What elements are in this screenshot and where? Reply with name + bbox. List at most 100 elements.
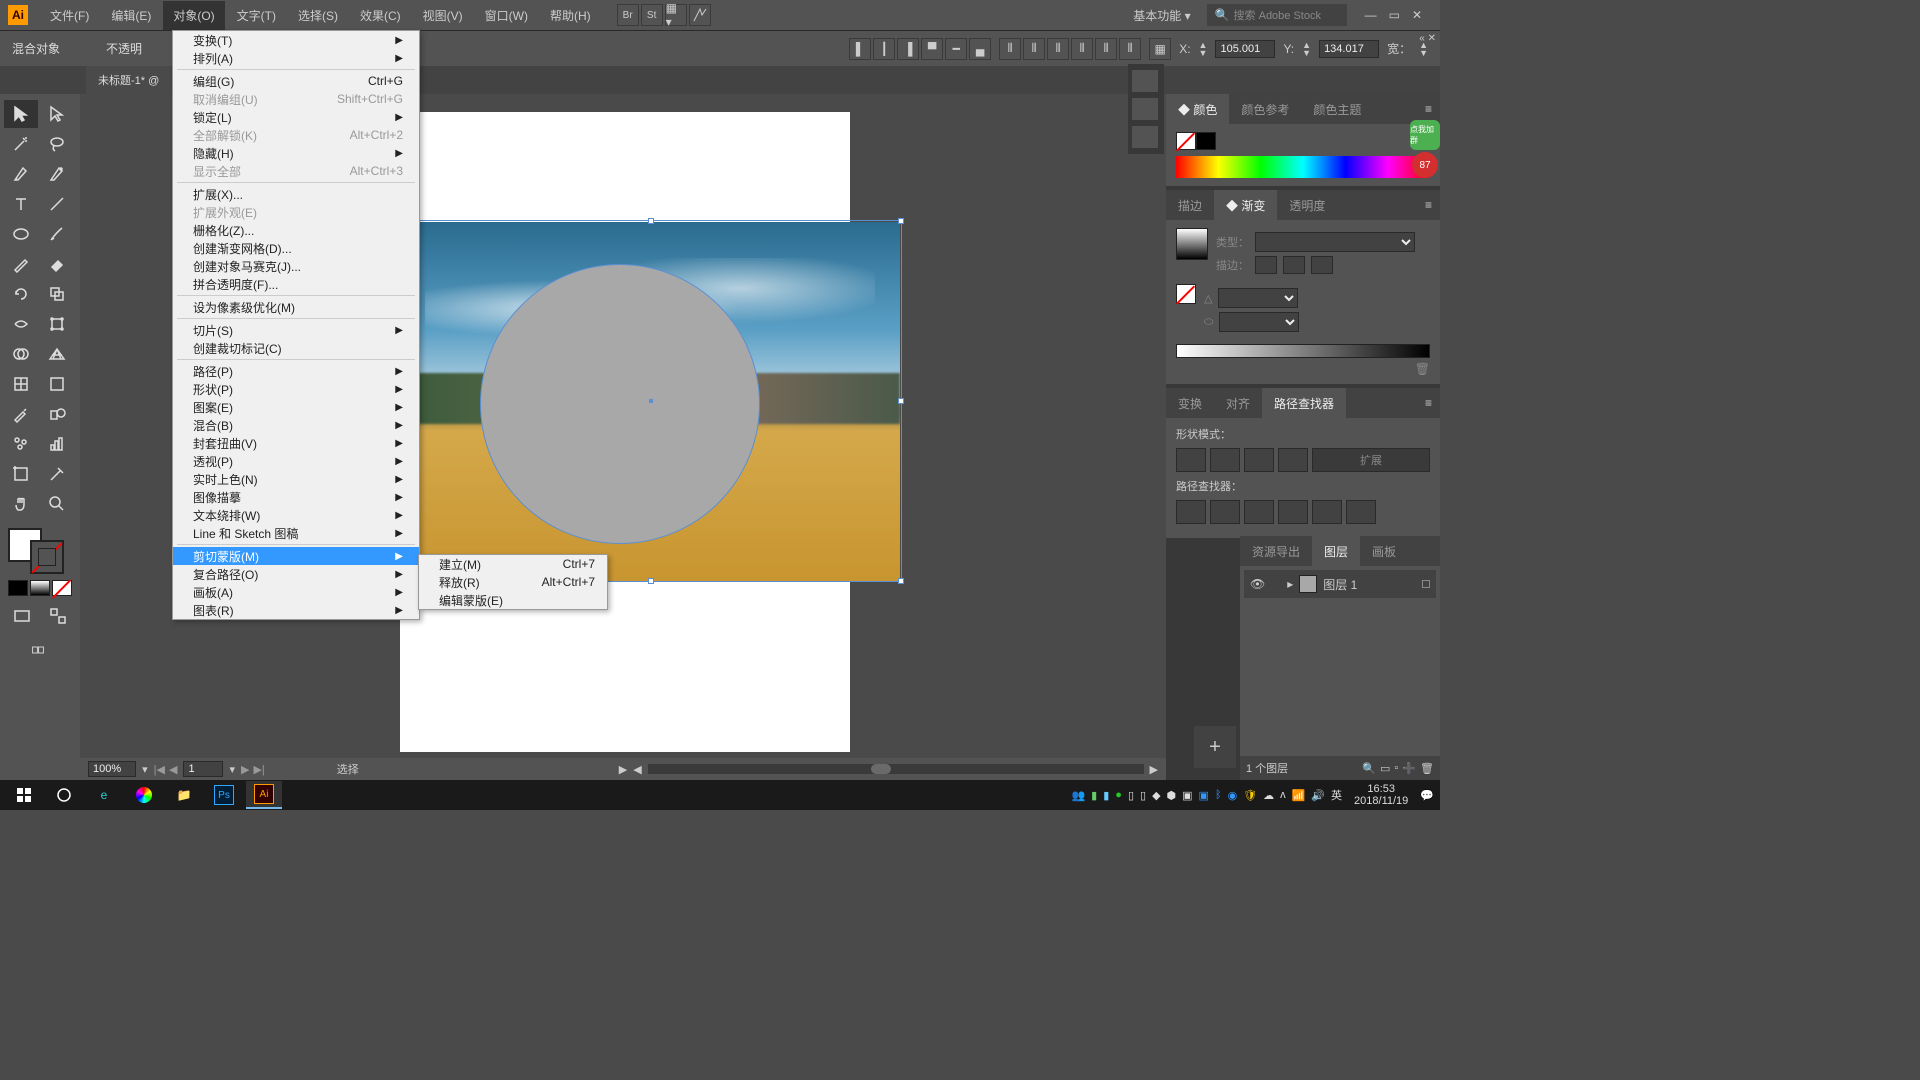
workspace-switcher[interactable]: 基本功能 ▾: [1125, 3, 1198, 28]
angle-select[interactable]: [1218, 288, 1298, 308]
menu-item[interactable]: 文本绕排(W)▶: [173, 506, 419, 524]
ellipse-tool[interactable]: [4, 220, 38, 248]
pen-tool[interactable]: [4, 160, 38, 188]
menu-item[interactable]: 编组(G)Ctrl+G: [173, 72, 419, 90]
bridge-icon[interactable]: Br: [617, 4, 639, 26]
width-tool[interactable]: [4, 310, 38, 338]
expand-button[interactable]: 扩展: [1312, 448, 1430, 472]
pencil-tool[interactable]: [4, 250, 38, 278]
menu-item[interactable]: 图像描摹▶: [173, 488, 419, 506]
artboard-tool[interactable]: [4, 460, 38, 488]
tab-color[interactable]: ◆ 颜色: [1166, 94, 1229, 125]
dist-5-icon[interactable]: ⫴: [1095, 38, 1117, 60]
menu-edit[interactable]: 编辑(E): [101, 1, 161, 30]
menu-item[interactable]: 排列(A)▶: [173, 49, 419, 67]
edge-icon[interactable]: e: [86, 781, 122, 809]
menu-item[interactable]: 创建对象马赛克(J)...: [173, 257, 419, 275]
zoom-select[interactable]: 100%: [88, 761, 136, 777]
y-stepper-icon[interactable]: ▲▼: [1302, 41, 1311, 57]
menu-item[interactable]: 图表(R)▶: [173, 601, 419, 619]
color-mode-solid[interactable]: [8, 580, 28, 596]
unite-icon[interactable]: [1176, 448, 1206, 472]
tray-icon-3[interactable]: ▯: [1128, 789, 1134, 802]
color-mode-none[interactable]: [52, 580, 72, 596]
panel-menu-icon[interactable]: ≡: [1417, 102, 1440, 116]
tray-icon-1[interactable]: ▮: [1091, 789, 1097, 802]
tab-gradient[interactable]: ◆ 渐变: [1214, 190, 1277, 221]
zoom-tool[interactable]: [40, 490, 74, 518]
gradient-tool[interactable]: [40, 370, 74, 398]
menu-help[interactable]: 帮助(H): [540, 1, 601, 30]
trim-icon[interactable]: [1210, 500, 1240, 524]
tab-stroke[interactable]: 描边: [1166, 190, 1214, 221]
line-tool[interactable]: [40, 190, 74, 218]
target-icon[interactable]: [1422, 580, 1430, 588]
stroke-in-icon[interactable]: [1255, 256, 1277, 274]
blend-tool[interactable]: [40, 400, 74, 428]
menu-item[interactable]: Line 和 Sketch 图稿▶: [173, 524, 419, 542]
wechat-icon[interactable]: ●: [1115, 789, 1122, 801]
menu-item[interactable]: 透视(P)▶: [173, 452, 419, 470]
type-tool[interactable]: [4, 190, 38, 218]
menu-file[interactable]: 文件(F): [40, 1, 99, 30]
mesh-tool[interactable]: [4, 370, 38, 398]
window-close[interactable]: ✕: [1412, 8, 1422, 22]
fill-stroke-swatch[interactable]: [4, 528, 74, 574]
menu-item[interactable]: 设为像素级优化(M): [173, 298, 419, 316]
next-page-icon[interactable]: ▶: [241, 763, 249, 776]
align-left-icon[interactable]: ▌: [849, 38, 871, 60]
stroke-along-icon[interactable]: [1283, 256, 1305, 274]
menu-window[interactable]: 窗口(W): [475, 1, 538, 30]
first-page-icon[interactable]: |◀: [154, 763, 165, 776]
aspect-select[interactable]: [1219, 312, 1299, 332]
explorer-icon[interactable]: 📁: [166, 781, 202, 809]
search-stock-input[interactable]: 🔍 搜索 Adobe Stock: [1207, 4, 1347, 26]
gradient-preview[interactable]: [1176, 228, 1208, 260]
menu-item[interactable]: 切片(S)▶: [173, 321, 419, 339]
x-field[interactable]: [1215, 40, 1275, 58]
scale-tool[interactable]: [40, 280, 74, 308]
gradient-type-select[interactable]: [1255, 232, 1415, 252]
locate-icon[interactable]: 🔍: [1362, 762, 1376, 775]
menu-item[interactable]: 形状(P)▶: [173, 380, 419, 398]
last-page-icon[interactable]: ▶|: [253, 763, 264, 776]
layer-name[interactable]: 图层 1: [1323, 576, 1357, 593]
tray-icon-9[interactable]: ◉: [1228, 789, 1238, 802]
stroke-swatch[interactable]: [30, 540, 64, 574]
divide-icon[interactable]: [1176, 500, 1206, 524]
gpu-icon[interactable]: [689, 4, 711, 26]
intersect-icon[interactable]: [1244, 448, 1274, 472]
scroll-end-icon[interactable]: ▶: [1150, 763, 1158, 776]
menu-view[interactable]: 视图(V): [413, 1, 473, 30]
align-hcenter-icon[interactable]: ┃: [873, 38, 895, 60]
curvature-tool[interactable]: [40, 160, 74, 188]
options-collapse[interactable]: « ✕: [1419, 33, 1436, 44]
zoom-chevron[interactable]: ▾: [142, 763, 148, 776]
menu-select[interactable]: 选择(S): [288, 1, 348, 30]
menu-item[interactable]: 变换(T)▶: [173, 31, 419, 49]
tab-color-guide[interactable]: 颜色参考: [1229, 94, 1301, 125]
document-tab[interactable]: 未标题-1* @: [86, 66, 171, 94]
menu-item[interactable]: 封套扭曲(V)▶: [173, 434, 419, 452]
dist-4-icon[interactable]: ⫴: [1071, 38, 1093, 60]
screen-mode-icon[interactable]: [5, 602, 39, 630]
selection-tool[interactable]: [4, 100, 38, 128]
paintbrush-tool[interactable]: [40, 220, 74, 248]
artboard-select[interactable]: 1: [183, 761, 223, 777]
crop-icon[interactable]: [1278, 500, 1308, 524]
prev-page-icon[interactable]: ◀: [169, 763, 177, 776]
align-right-icon[interactable]: ▐: [897, 38, 919, 60]
minus-back-icon[interactable]: [1346, 500, 1376, 524]
x-stepper-icon[interactable]: ▲▼: [1199, 41, 1208, 57]
collapsed-panel-2[interactable]: [1132, 98, 1158, 120]
tab-artboards[interactable]: 画板: [1360, 536, 1408, 567]
rotate-tool[interactable]: [4, 280, 38, 308]
tab-color-themes[interactable]: 颜色主题: [1301, 94, 1373, 125]
menu-object[interactable]: 对象(O): [163, 1, 224, 30]
menu-item[interactable]: 混合(B)▶: [173, 416, 419, 434]
dist-3-icon[interactable]: ⫴: [1047, 38, 1069, 60]
onedrive-icon[interactable]: ☁: [1263, 789, 1274, 802]
make-clip-icon[interactable]: ▭: [1380, 762, 1390, 775]
dist-6-icon[interactable]: ⫴: [1119, 38, 1141, 60]
symbol-sprayer-tool[interactable]: [4, 430, 38, 458]
